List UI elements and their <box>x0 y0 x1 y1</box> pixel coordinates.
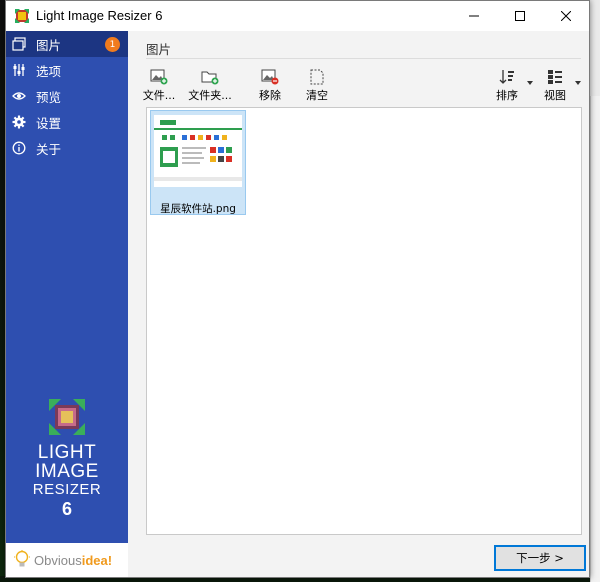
title-bar[interactable]: Light Image Resizer 6 <box>6 1 589 31</box>
desktop-background-right <box>590 0 600 582</box>
sort-button[interactable]: 排序 <box>492 67 522 103</box>
minimize-icon <box>469 15 479 17</box>
add-folder-button[interactable]: 文件夹... <box>188 67 232 103</box>
close-icon <box>561 11 571 21</box>
footer-brand-text: Obviousidea! <box>34 553 112 568</box>
image-count-badge: 1 <box>105 37 120 52</box>
app-window: Light Image Resizer 6 图片 1 选项 预览 设置 关于 L… <box>5 0 590 578</box>
sort-icon <box>499 67 515 85</box>
clear-icon <box>309 67 325 85</box>
view-button[interactable]: 视图 <box>540 67 570 103</box>
maximize-icon <box>515 11 525 21</box>
file-name: 星辰软件站.png <box>160 203 236 215</box>
sidebar-item-options[interactable]: 选项 <box>6 57 128 83</box>
view-label: 视图 <box>544 89 566 102</box>
remove-image-icon <box>261 67 279 85</box>
add-image-icon <box>150 67 168 85</box>
eye-icon <box>12 89 26 103</box>
sidebar-item-label: 选项 <box>36 63 62 79</box>
sidebar-item-label: 关于 <box>36 141 62 157</box>
clear-button[interactable]: 清空 <box>302 67 332 103</box>
window-title: Light Image Resizer 6 <box>36 8 163 23</box>
product-logo <box>49 399 85 435</box>
sliders-icon <box>12 63 26 77</box>
add-files-label: 文件... <box>142 89 176 102</box>
sidebar-item-images[interactable]: 图片 1 <box>6 31 128 57</box>
sort-label: 排序 <box>496 89 518 102</box>
sidebar-item-label: 预览 <box>36 89 62 105</box>
images-icon <box>12 37 26 51</box>
add-folder-icon <box>201 67 219 85</box>
sidebar-item-preview[interactable]: 预览 <box>6 83 128 109</box>
obviousidea-logo[interactable]: Obviousidea! <box>6 543 128 577</box>
maximize-button[interactable] <box>497 1 543 31</box>
file-thumbnail <box>154 115 242 187</box>
view-list-icon <box>547 67 563 85</box>
add-folder-label: 文件夹... <box>188 89 232 102</box>
title-divider <box>146 58 581 59</box>
file-item[interactable]: 星辰软件站.png <box>150 110 246 215</box>
sidebar-item-about[interactable]: 关于 <box>6 135 128 161</box>
brand-line-1: LIGHT <box>37 442 97 463</box>
footer-brand-accent: idea! <box>81 552 113 568</box>
sidebar-item-settings[interactable]: 设置 <box>6 109 128 135</box>
sidebar: 图片 1 选项 预览 设置 关于 LIGHT IMAGE RESIZER 6 O… <box>6 31 128 577</box>
remove-button[interactable]: 移除 <box>253 67 287 103</box>
product-branding: LIGHT IMAGE RESIZER 6 <box>6 399 128 520</box>
clear-label: 清空 <box>306 89 328 102</box>
remove-label: 移除 <box>259 89 281 102</box>
sidebar-item-label: 图片 <box>36 37 62 53</box>
add-files-button[interactable]: 文件... <box>142 67 176 103</box>
brand-version: 6 <box>61 499 72 519</box>
page-title: 图片 <box>146 42 172 57</box>
view-dropdown-arrow-icon[interactable] <box>575 81 581 85</box>
sort-dropdown-arrow-icon[interactable] <box>527 81 533 85</box>
app-logo-icon <box>15 9 29 23</box>
file-list[interactable]: 星辰软件站.png <box>146 107 582 535</box>
footer-brand-plain: Obvious <box>34 552 82 568</box>
info-icon <box>12 141 26 155</box>
close-button[interactable] <box>543 1 589 31</box>
sidebar-item-label: 设置 <box>36 115 62 131</box>
brand-line-2: IMAGE <box>35 461 99 482</box>
next-button[interactable]: 下一步 > <box>494 545 586 571</box>
gear-icon <box>12 115 26 129</box>
minimize-button[interactable] <box>451 1 497 31</box>
toolbar: 文件... 文件夹... 移除 清空 排序 视图 <box>143 67 581 103</box>
main-panel: 图片 文件... 文件夹... 移除 清空 排序 视图 星辰软件站.png 下一… <box>128 31 589 577</box>
lightbulb-icon <box>14 550 30 567</box>
brand-line-3: RESIZER <box>32 481 102 498</box>
